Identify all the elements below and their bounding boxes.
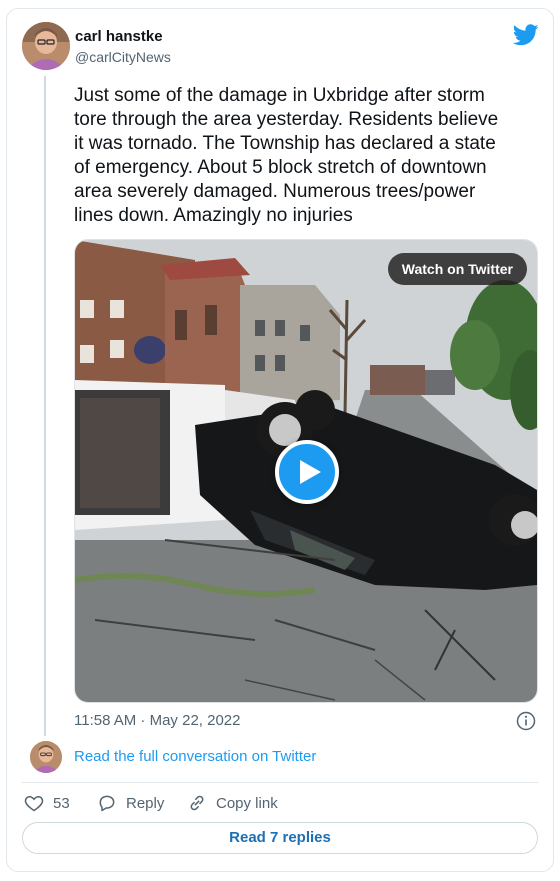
conversation-avatar[interactable] <box>30 741 62 773</box>
info-icon[interactable] <box>516 711 536 731</box>
copy-link-label: Copy link <box>216 794 278 812</box>
read-conversation-link[interactable]: Read the full conversation on Twitter <box>74 748 316 765</box>
reply-bubble-icon <box>99 795 115 812</box>
author-name[interactable]: carl hanstke <box>75 28 163 45</box>
copy-link-button[interactable]: Copy link <box>187 793 278 813</box>
thread-line <box>44 76 46 736</box>
play-icon <box>300 460 321 484</box>
video-thumbnail[interactable]: Watch on Twitter <box>74 239 538 703</box>
like-button[interactable]: 53 <box>24 793 70 813</box>
divider <box>22 782 538 783</box>
heart-icon <box>24 795 44 812</box>
link-icon <box>190 795 204 811</box>
conversation-avatar-image <box>30 741 62 773</box>
author-handle[interactable]: @carlCityNews <box>75 49 171 65</box>
read-replies-button[interactable]: Read 7 replies <box>22 822 538 854</box>
play-button[interactable] <box>275 440 339 504</box>
author-avatar[interactable] <box>22 22 70 70</box>
like-count: 53 <box>53 794 70 812</box>
watch-on-twitter-button[interactable]: Watch on Twitter <box>387 253 527 285</box>
tweet-text: Just some of the damage in Uxbridge afte… <box>74 85 499 226</box>
reply-button[interactable]: Reply <box>97 793 164 813</box>
tweet-timestamp[interactable]: 11:58 AM · May 22, 2022 <box>74 712 241 729</box>
twitter-bird-icon[interactable] <box>513 24 539 46</box>
reply-label: Reply <box>126 794 165 812</box>
author-avatar-image <box>22 22 70 70</box>
